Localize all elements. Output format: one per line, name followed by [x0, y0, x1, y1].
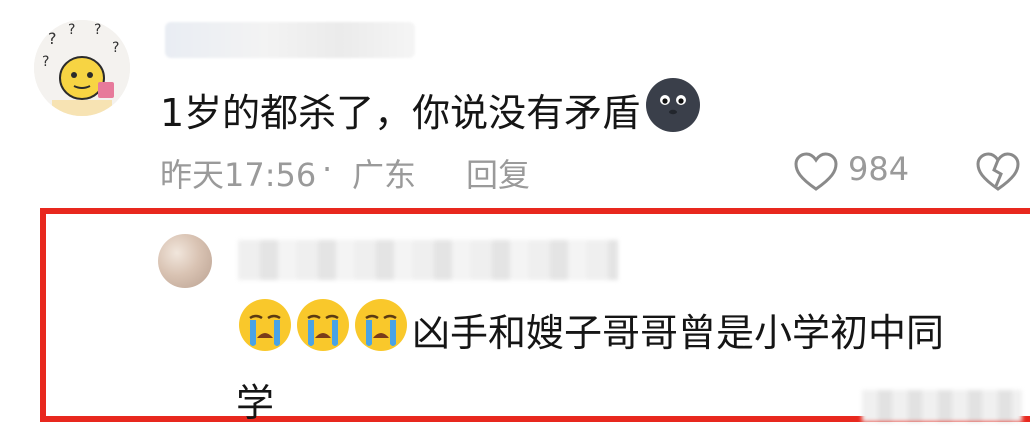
crying-face-icon: [352, 296, 410, 363]
reply-username-redacted[interactable]: [238, 240, 618, 280]
comment-body: 1岁的都杀了，你说没有矛盾: [160, 76, 702, 143]
dislike-button[interactable]: [976, 152, 1020, 196]
svg-text:?: ?: [48, 29, 57, 48]
svg-text:?: ?: [68, 22, 75, 38]
crying-face-icon: [236, 296, 294, 363]
confused-face-icon: ? ? ? ? ?: [34, 20, 130, 116]
dark-face-emoji-icon: [644, 76, 702, 143]
comment-timestamp: 昨天17:56: [160, 156, 317, 194]
username-redacted[interactable]: [165, 22, 415, 58]
like-count: 984: [848, 150, 910, 188]
comment-location: 广东: [352, 156, 417, 194]
svg-text:?: ?: [112, 40, 119, 56]
broken-heart-icon: [976, 152, 1020, 191]
comment-text: 1岁的都杀了，你说没有矛盾: [160, 91, 641, 135]
avatar[interactable]: ? ? ? ? ?: [34, 20, 130, 116]
reply-text-line1: 凶手和嫂子哥哥曾是小学初中同: [412, 311, 945, 355]
redacted-fragment: [862, 390, 1022, 422]
reply-text-line2: 学: [236, 381, 275, 425]
like-button[interactable]: [794, 152, 838, 196]
reply-body: 凶手和嫂子哥哥曾是小学初中同: [236, 296, 944, 363]
heart-icon: [794, 152, 838, 191]
reply-avatar[interactable]: [158, 234, 212, 288]
svg-text:?: ?: [94, 22, 101, 38]
reply-button[interactable]: 回复: [466, 150, 530, 196]
svg-text:?: ?: [42, 54, 49, 70]
crying-face-icon: [294, 296, 352, 363]
meta-separator: ·: [322, 150, 333, 188]
